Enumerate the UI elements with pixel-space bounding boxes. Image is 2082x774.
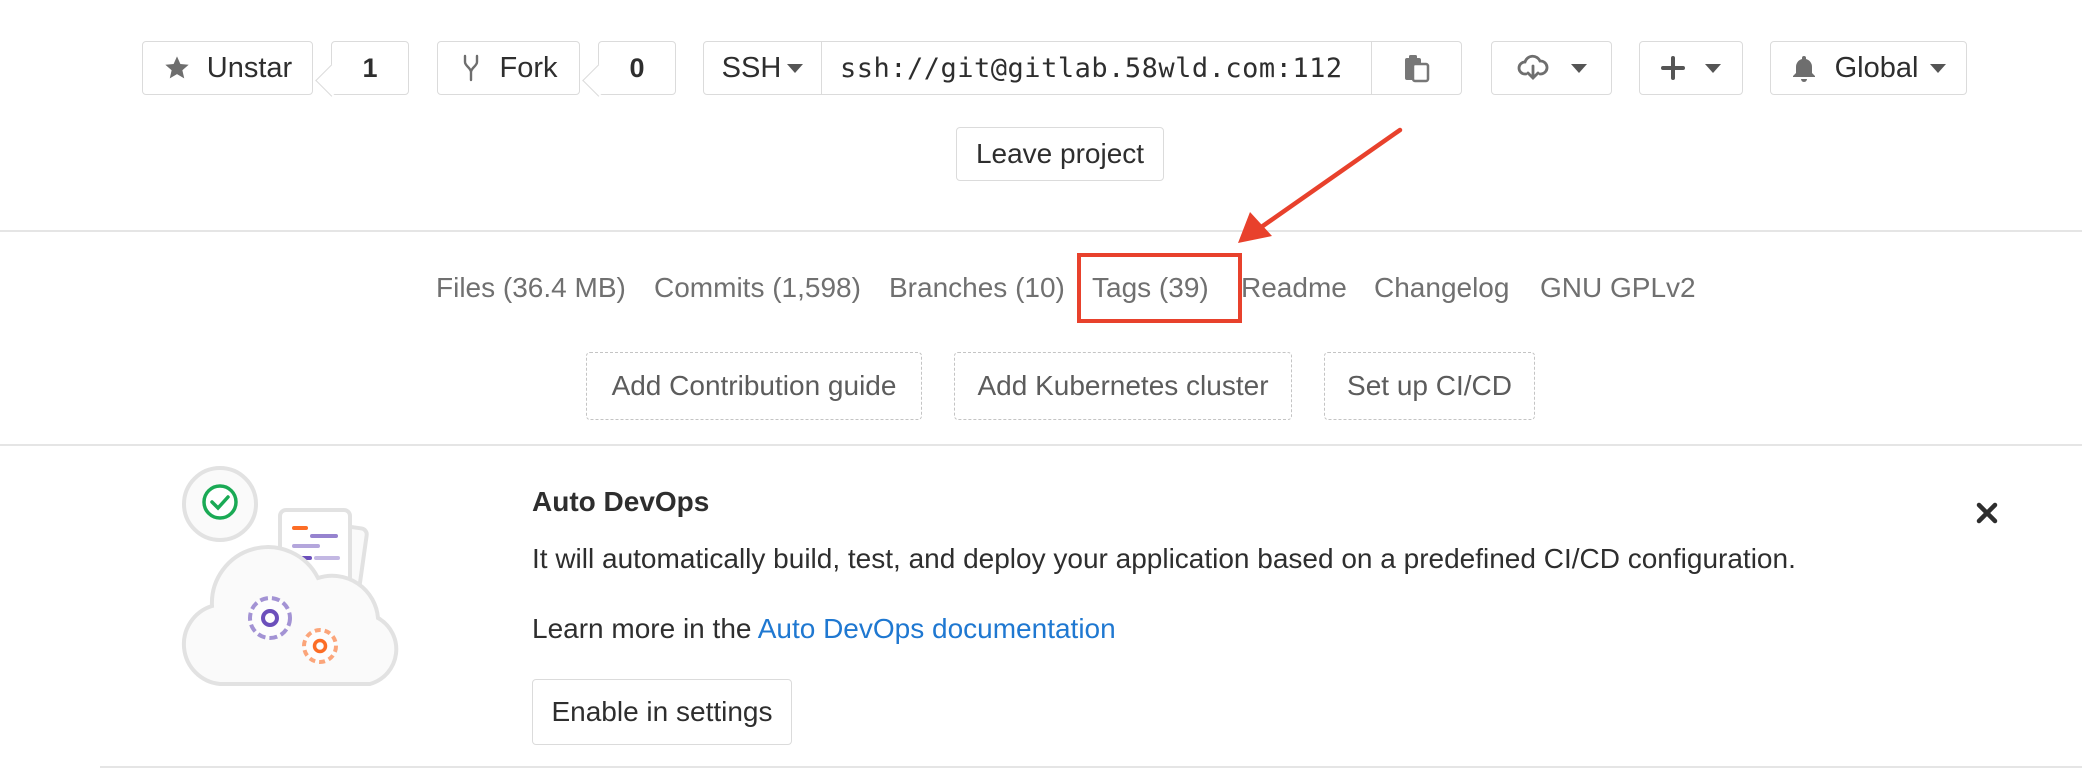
copy-url-button[interactable] xyxy=(1371,41,1462,95)
license-link[interactable]: GNU GPLv2 xyxy=(1540,268,1696,308)
close-icon[interactable] xyxy=(1976,502,1998,524)
enable-in-settings-label: Enable in settings xyxy=(551,696,773,727)
learn-more-prefix: Learn more in the xyxy=(532,613,758,644)
clone-url-value: ssh://git@gitlab.58wld.com:112 xyxy=(840,52,1343,84)
divider xyxy=(0,444,2082,446)
add-contribution-guide-button[interactable]: Add Contribution guide xyxy=(586,352,922,420)
bell-icon xyxy=(1792,56,1815,82)
auto-devops-docs-link[interactable]: Auto DevOps documentation xyxy=(758,613,1116,644)
star-icon xyxy=(165,56,189,79)
leave-project-button[interactable]: Leave project xyxy=(956,127,1164,181)
auto-devops-illustration xyxy=(181,466,399,686)
clone-url-input[interactable]: ssh://git@gitlab.58wld.com:112 xyxy=(821,41,1372,95)
auto-devops-learn-more: Learn more in the Auto DevOps documentat… xyxy=(532,613,1116,645)
add-kubernetes-cluster-label: Add Kubernetes cluster xyxy=(977,370,1269,401)
divider xyxy=(0,230,2082,232)
add-contribution-guide-label: Add Contribution guide xyxy=(611,370,897,401)
fork-count[interactable]: 0 xyxy=(582,41,676,97)
chevron-down-icon xyxy=(1705,63,1721,73)
annotation-arrow xyxy=(1238,127,1403,243)
clone-protocol-dropdown[interactable]: SSH xyxy=(703,41,822,95)
star-count[interactable]: 1 xyxy=(315,41,409,97)
notification-label: Global xyxy=(1834,51,1919,84)
clone-protocol-label: SSH xyxy=(721,51,782,84)
leave-project-label: Leave project xyxy=(975,138,1145,169)
auto-devops-description: It will automatically build, test, and d… xyxy=(532,543,1796,574)
notification-dropdown[interactable]: Global xyxy=(1770,41,1967,95)
count-pointer xyxy=(582,64,615,97)
star-count-value: 1 xyxy=(362,52,378,83)
files-link[interactable]: Files (36.4 MB) xyxy=(436,268,626,308)
download-dropdown[interactable] xyxy=(1491,41,1612,95)
unstar-label: Unstar xyxy=(206,51,293,84)
setup-cicd-label: Set up CI/CD xyxy=(1347,370,1512,401)
annotation-highlight-box xyxy=(1077,253,1242,323)
fork-label: Fork xyxy=(499,51,558,84)
changelog-link[interactable]: Changelog xyxy=(1374,268,1509,308)
auto-devops-title: Auto DevOps xyxy=(532,486,710,517)
banner-bottom-border xyxy=(100,766,2082,768)
setup-cicd-button[interactable]: Set up CI/CD xyxy=(1324,352,1535,420)
fork-count-value: 0 xyxy=(629,52,645,83)
add-kubernetes-cluster-button[interactable]: Add Kubernetes cluster xyxy=(954,352,1292,420)
plus-icon xyxy=(1661,56,1685,80)
enable-in-settings-button[interactable]: Enable in settings xyxy=(532,679,792,745)
chevron-down-icon xyxy=(1570,63,1587,73)
branches-link[interactable]: Branches (10) xyxy=(889,268,1065,308)
commits-link[interactable]: Commits (1,598) xyxy=(654,268,861,308)
new-item-dropdown[interactable] xyxy=(1639,41,1743,95)
fork-button[interactable]: Fork xyxy=(437,41,580,95)
unstar-button[interactable]: Unstar xyxy=(142,41,313,95)
clipboard-icon xyxy=(1404,55,1429,83)
fork-icon xyxy=(463,54,478,82)
count-pointer xyxy=(315,64,348,97)
chevron-down-icon xyxy=(787,63,804,73)
chevron-down-icon xyxy=(1930,63,1947,73)
readme-link[interactable]: Readme xyxy=(1241,268,1347,308)
cloud-download-icon xyxy=(1517,54,1548,80)
